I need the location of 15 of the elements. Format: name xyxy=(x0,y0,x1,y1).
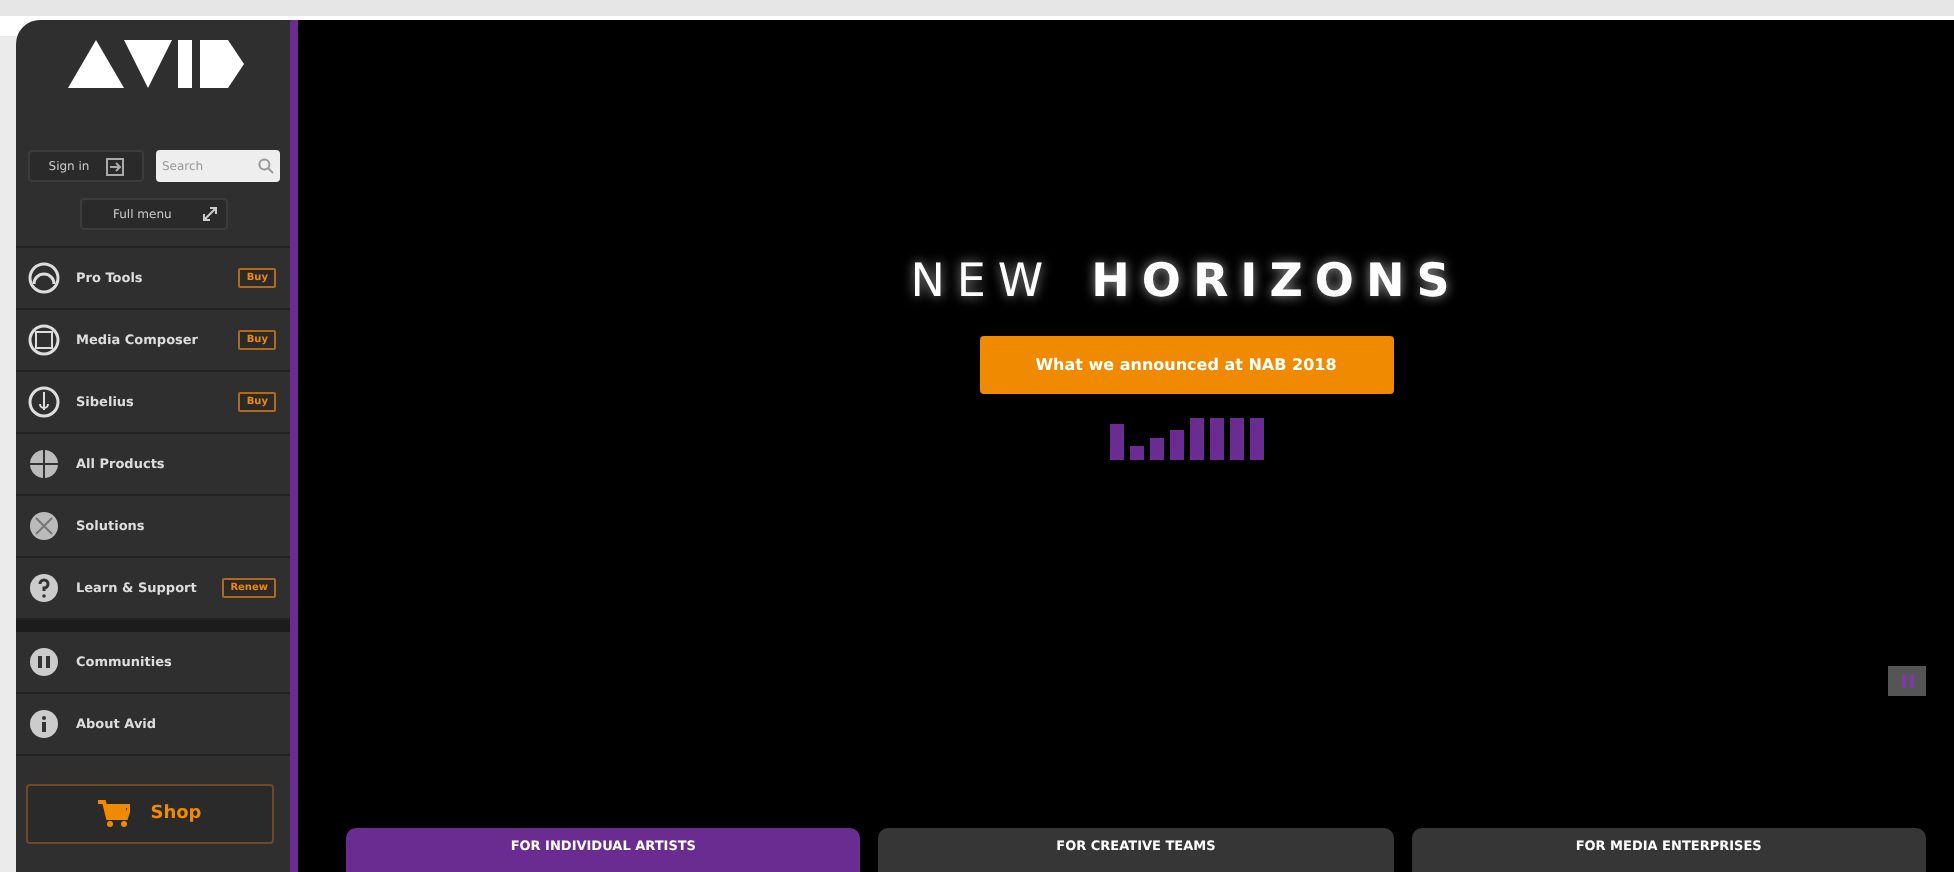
pause-icon xyxy=(1901,674,1913,688)
help-icon xyxy=(28,572,60,604)
pause-button[interactable] xyxy=(1888,666,1926,696)
people-icon xyxy=(28,646,60,678)
headline: HORIZONS xyxy=(1091,256,1462,308)
arc-icon xyxy=(28,262,60,294)
info-icon xyxy=(28,708,60,740)
search-icon xyxy=(258,158,274,174)
cart-icon xyxy=(98,800,131,828)
film-icon xyxy=(28,324,60,356)
sign-in-icon xyxy=(105,157,124,175)
shop-button[interactable]: Shop xyxy=(26,784,274,844)
crosshair-icon xyxy=(28,448,60,480)
expand-icon xyxy=(201,206,217,222)
headline: NEW xyxy=(910,256,1056,308)
